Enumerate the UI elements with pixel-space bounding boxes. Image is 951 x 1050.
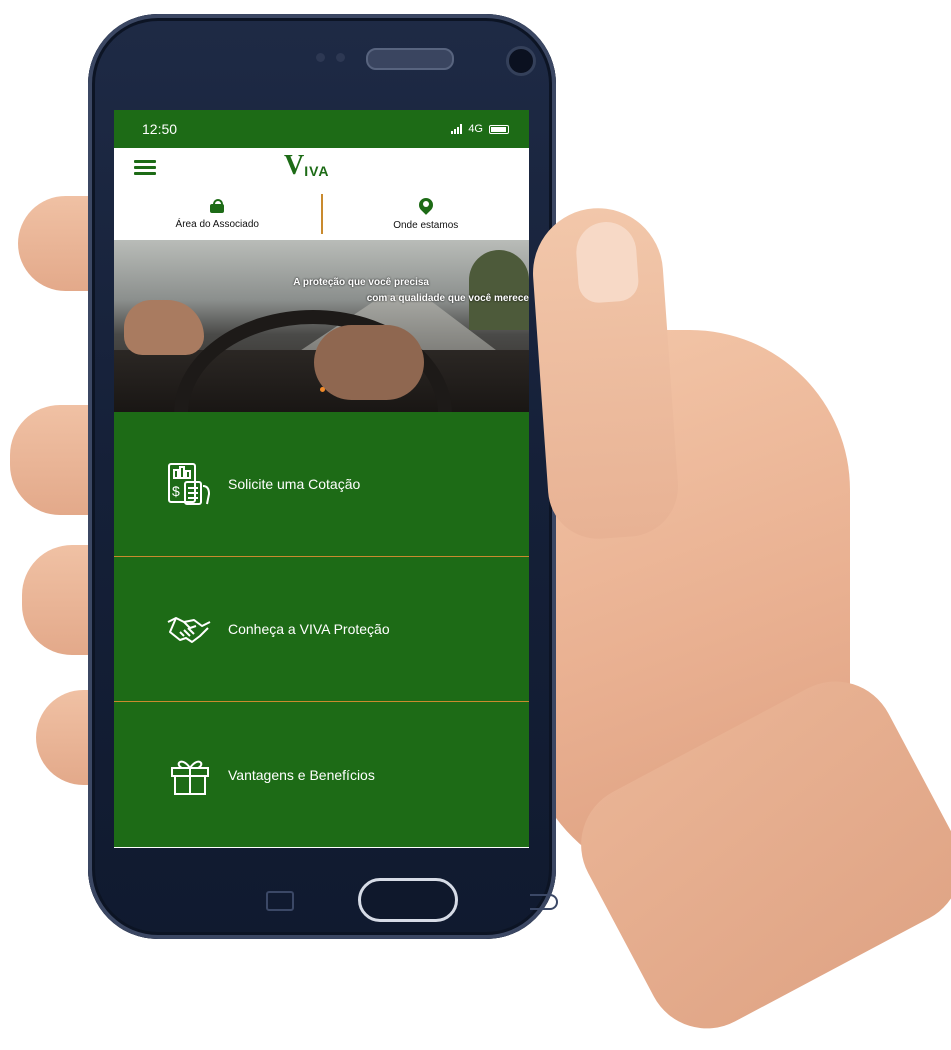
hero-trees [469, 250, 529, 330]
member-area-link[interactable]: Área do Associado [114, 198, 321, 230]
hero-tagline-1: A proteção que você precisa [293, 277, 429, 288]
driver-left-hand [124, 300, 204, 355]
menu-item-benefits[interactable]: Vantagens e Benefícios [114, 702, 529, 847]
recent-apps-key[interactable] [266, 891, 294, 911]
location-link[interactable]: Onde estamos [323, 194, 530, 231]
location-label: Onde estamos [393, 219, 459, 231]
hero-banner: A proteção que você precisa com a qualid… [114, 240, 529, 412]
menu-item-quote-label: Solicite uma Cotação [228, 476, 361, 492]
main-menu: $ Solicite uma Cotação Conheça a VIVA Pr… [114, 412, 529, 847]
menu-item-about[interactable]: Conheça a VIVA Proteção [114, 557, 529, 702]
menu-item-quote[interactable]: $ Solicite uma Cotação [114, 412, 529, 557]
menu-item-about-label: Conheça a VIVA Proteção [228, 621, 390, 637]
status-time: 12:50 [142, 121, 178, 137]
dashboard-light [320, 387, 325, 392]
status-indicators: 4G [451, 123, 509, 135]
app-header: V IVA [114, 148, 529, 188]
svg-text:$: $ [172, 483, 180, 499]
hamburger-menu-icon[interactable] [134, 160, 156, 176]
driver-right-hand [314, 325, 424, 400]
menu-item-benefits-label: Vantagens e Benefícios [228, 766, 375, 783]
app-screen: 12:50 4G V IVA Área do Associado Onde es… [114, 110, 529, 848]
quote-calculator-icon: $ [166, 462, 214, 506]
network-type: 4G [468, 123, 483, 135]
handshake-icon [166, 607, 214, 651]
light-sensor [336, 53, 345, 62]
quick-links: Área do Associado Onde estamos [114, 188, 529, 240]
home-button[interactable] [358, 878, 458, 922]
hero-tagline-2: com a qualidade que você merece [366, 293, 529, 304]
location-pin-icon [415, 194, 436, 215]
lock-icon [210, 198, 225, 213]
gift-icon [166, 753, 214, 797]
battery-icon [489, 124, 509, 134]
back-key[interactable] [530, 894, 558, 910]
member-area-label: Área do Associado [175, 218, 259, 230]
earpiece-speaker [366, 48, 454, 70]
status-bar: 12:50 4G [114, 110, 529, 148]
logo-mark: V [284, 150, 305, 181]
proximity-sensor [316, 53, 325, 62]
front-camera [506, 46, 536, 76]
thumbnail [574, 220, 640, 304]
logo-text: IVA [304, 163, 330, 179]
viva-logo: V IVA [284, 152, 330, 180]
signal-icon [451, 124, 463, 134]
